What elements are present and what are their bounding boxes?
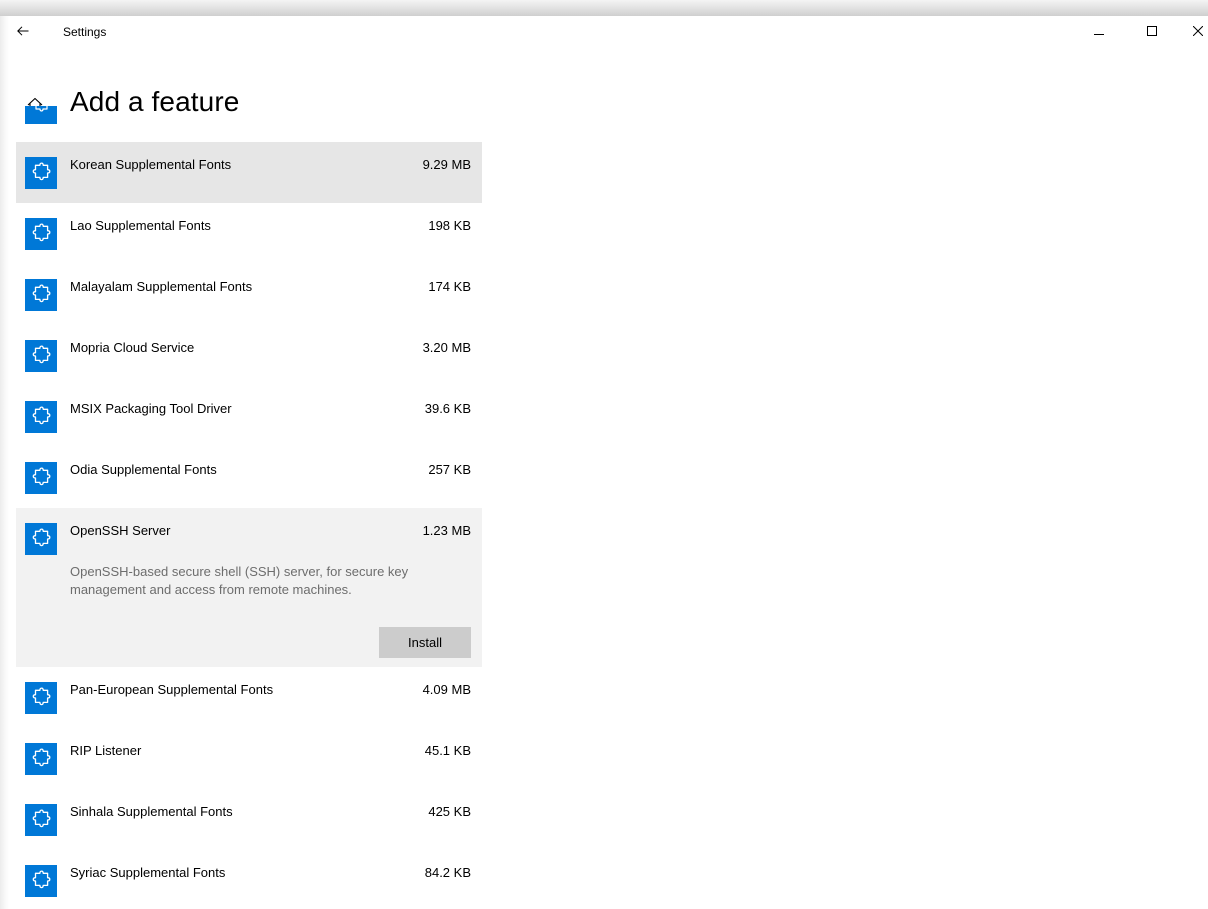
feature-tile [25,279,57,311]
puzzle-piece-icon [32,467,51,486]
puzzle-piece-icon [32,345,51,364]
puzzle-piece-icon [32,284,51,303]
maximize-icon [1147,26,1157,36]
feature-row[interactable]: Mopria Cloud Service 3.20 MB [16,325,482,386]
window-shadow-top [0,0,1208,16]
puzzle-piece-icon [32,870,51,889]
feature-size: 425 KB [428,804,471,819]
feature-tile [25,865,57,897]
feature-tile [25,682,57,714]
puzzle-piece-icon [32,809,51,828]
feature-size: 84.2 KB [424,865,471,880]
feature-tile [25,462,57,494]
feature-name: OpenSSH Server [70,523,171,538]
feature-row[interactable]: RIP Listener 45.1 KB [16,728,482,789]
puzzle-piece-icon [32,528,51,547]
minimize-icon [1094,34,1104,35]
feature-name: Syriac Supplemental Fonts [70,865,226,880]
puzzle-piece-icon [32,223,51,242]
puzzle-piece-icon [32,162,51,181]
feature-description: OpenSSH-based secure shell (SSH) server,… [70,564,409,597]
feature-name: Korean Supplemental Fonts [70,157,232,172]
feature-size: 174 KB [428,279,471,294]
feature-name: Lao Supplemental Fonts [70,218,211,233]
feature-tile [25,401,57,433]
feature-name: RIP Listener [70,743,142,758]
feature-tile [25,218,57,250]
feature-name: Sinhala Supplemental Fonts [70,804,233,819]
feature-size: 4.09 MB [422,682,471,697]
feature-row[interactable]: MSIX Packaging Tool Driver 39.6 KB [16,386,482,447]
feature-tile [25,743,57,775]
feature-size: 257 KB [428,462,471,477]
minimize-button[interactable] [1076,16,1122,46]
close-button[interactable] [1175,16,1208,46]
settings-window: Settings Add a feature Korean Supplement… [9,16,1208,909]
feature-name: Pan-European Supplemental Fonts [70,682,274,697]
feature-name: Mopria Cloud Service [70,340,195,355]
puzzle-piece-icon [32,687,51,706]
feature-row[interactable]: Korean Supplemental Fonts 9.29 MB [16,142,482,203]
puzzle-piece-icon [35,106,48,112]
feature-row[interactable]: Odia Supplemental Fonts 257 KB [16,447,482,508]
feature-size: 3.20 MB [422,340,471,355]
feature-name: MSIX Packaging Tool Driver [70,401,232,416]
feature-row[interactable]: Malayalam Supplemental Fonts 174 KB [16,264,482,325]
puzzle-piece-icon [32,406,51,425]
feature-list: Korean Supplemental Fonts 9.29 MB Lao Supp… [16,16,482,909]
feature-row[interactable]: Lao Supplemental Fonts 198 KB [16,203,482,264]
feature-tile [25,804,57,836]
feature-name: Malayalam Supplemental Fonts [70,279,253,294]
window-shadow-left [0,16,9,909]
feature-row[interactable]: Sinhala Supplemental Fonts 425 KB [16,789,482,850]
feature-size: 39.6 KB [424,401,471,416]
close-icon [1193,26,1203,36]
feature-row[interactable]: Syriac Supplemental Fonts 84.2 KB [16,850,482,909]
feature-size: 198 KB [428,218,471,233]
feature-row[interactable]: OpenSSH Server 1.23 MB OpenSSH-based secur… [16,508,482,667]
feature-size: 1.23 MB [422,523,471,538]
feature-size: 9.29 MB [422,157,471,172]
feature-row[interactable]: Pan-European Supplemental Fonts 4.09 MB [16,667,482,728]
feature-tile [25,340,57,372]
puzzle-piece-icon [32,748,51,767]
feature-tile [25,157,57,189]
install-button[interactable]: Install [379,627,471,658]
feature-tile [25,523,57,555]
feature-tile-partial [25,106,57,124]
feature-size: 45.1 KB [424,743,471,758]
feature-name: Odia Supplemental Fonts [70,462,217,477]
maximize-button[interactable] [1129,16,1175,46]
